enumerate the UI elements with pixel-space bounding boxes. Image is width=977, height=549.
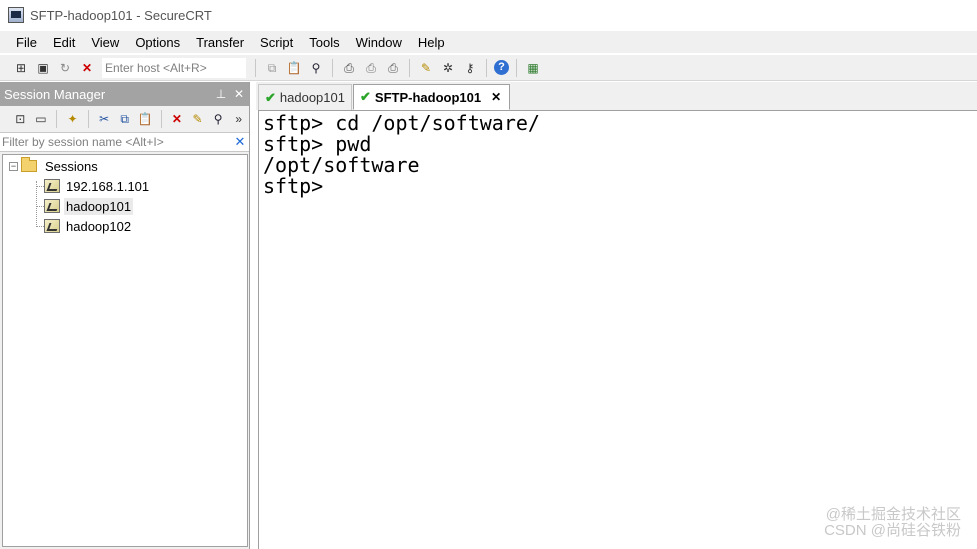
find-icon[interactable]: ⚲	[307, 59, 325, 77]
terminal-line: sftp> cd /opt/software/	[263, 111, 540, 135]
tree-guide-line	[36, 206, 44, 207]
title-bar: SFTP-hadoop101 - SecureCRT	[0, 0, 977, 30]
paste-icon[interactable]: 📋	[137, 110, 154, 128]
paste-icon[interactable]: 📋	[285, 59, 303, 77]
tree-root-label: Sessions	[45, 158, 98, 174]
session-manager-panel: Session Manager ⊥ ✕ ⊡ ▭ ✦ ✂ ⧉ 📋 ✕ ✎ ⚲ » …	[0, 82, 250, 549]
window-title: SFTP-hadoop101 - SecureCRT	[30, 7, 212, 23]
menu-view[interactable]: View	[83, 33, 127, 52]
properties-icon[interactable]: ✎	[189, 110, 206, 128]
watermark: @稀土掘金技术社区 CSDN @尚硅谷铁粉	[824, 507, 961, 539]
host-input[interactable]	[102, 57, 246, 78]
session-icon	[44, 219, 60, 233]
global-options-icon[interactable]: ✲	[439, 59, 457, 77]
filter-row: ✕	[0, 132, 249, 152]
connect-in-tab-icon[interactable]: ▭	[33, 110, 50, 128]
menu-help[interactable]: Help	[410, 33, 453, 52]
watermark-line: @稀土掘金技术社区	[825, 506, 961, 523]
tree-guide-line	[36, 226, 44, 227]
toolbar-separator	[409, 58, 410, 77]
connect-session-icon[interactable]: ⊡	[12, 110, 29, 128]
session-tabs: ✔ hadoop101 ✔ SFTP-hadoop101 ✕	[256, 82, 977, 110]
tab-hadoop101[interactable]: ✔ hadoop101	[258, 84, 352, 110]
menu-edit[interactable]: Edit	[45, 33, 83, 52]
toolbar-separator	[255, 58, 256, 77]
new-session-icon[interactable]: ✦	[64, 110, 81, 128]
menu-bar: File Edit View Options Transfer Script T…	[0, 31, 977, 53]
copy-icon[interactable]: ⧉	[116, 110, 133, 128]
terminal-prompt-line: sftp>	[263, 174, 336, 198]
tree-root-sessions[interactable]: − Sessions	[9, 157, 100, 175]
disconnect-icon[interactable]: ✕	[78, 59, 96, 77]
tab-sftp-hadoop101[interactable]: ✔ SFTP-hadoop101 ✕	[353, 84, 510, 110]
overflow-icon[interactable]: »	[230, 110, 247, 128]
cut-icon[interactable]: ✂	[96, 110, 113, 128]
session-options-icon[interactable]: ✎	[417, 59, 435, 77]
session-item[interactable]: 192.168.1.101	[44, 177, 151, 195]
main-toolbar: ⊞ ▣ ↻ ✕ ⧉ 📋 ⚲ ⎙ ⎙ ⎙ ✎ ✲ ⚷ ? ▦	[0, 55, 977, 81]
toolbar-separator	[160, 110, 162, 128]
menu-transfer[interactable]: Transfer	[188, 33, 252, 52]
terminal-line: /opt/software	[263, 153, 420, 177]
session-manager-title: Session Manager	[4, 86, 106, 102]
toolbar-separator	[332, 58, 333, 77]
session-item[interactable]: hadoop101	[44, 197, 134, 215]
menu-file[interactable]: File	[8, 33, 45, 52]
check-icon: ✔	[360, 89, 371, 104]
toolbar-separator	[56, 110, 58, 128]
help-icon[interactable]: ?	[494, 60, 509, 75]
session-manager-toolbar: ⊡ ▭ ✦ ✂ ⧉ 📋 ✕ ✎ ⚲ »	[0, 106, 249, 132]
collapse-icon[interactable]: −	[9, 161, 18, 171]
session-label: 192.168.1.101	[66, 178, 150, 194]
watermark-line: CSDN @尚硅谷铁粉	[824, 522, 961, 539]
session-tree: − Sessions 192.168.1.101 hadoop101 hadoo…	[2, 154, 248, 547]
session-icon	[44, 199, 60, 213]
securecrt-app-icon	[8, 7, 24, 23]
session-manager-header: Session Manager ⊥ ✕	[0, 82, 249, 106]
find-icon[interactable]: ⚲	[210, 110, 227, 128]
session-filter-input[interactable]	[0, 133, 231, 151]
session-icon	[44, 179, 60, 193]
folder-icon	[21, 157, 37, 172]
session-label-selected: hadoop101	[64, 197, 134, 215]
delete-icon[interactable]: ✕	[169, 110, 186, 128]
connect-icon[interactable]: ⊞	[12, 59, 30, 77]
tree-guide-line	[36, 181, 37, 227]
keymap-icon[interactable]: ⚷	[461, 59, 479, 77]
clear-filter-icon[interactable]: ✕	[231, 134, 249, 150]
tab-label: hadoop101	[279, 90, 345, 105]
menu-tools[interactable]: Tools	[301, 33, 347, 52]
quick-connect-icon[interactable]: ▣	[34, 59, 52, 77]
session-item[interactable]: hadoop102	[44, 217, 133, 235]
reconnect-icon[interactable]: ↻	[56, 59, 74, 77]
close-tab-icon[interactable]: ✕	[491, 90, 501, 104]
terminal-line: sftp> pwd	[263, 132, 372, 156]
menu-script[interactable]: Script	[252, 33, 301, 52]
session-label: hadoop102	[66, 218, 132, 234]
print-icon[interactable]: ⎙	[384, 59, 402, 77]
toolbar-separator	[486, 58, 487, 77]
terminal-area[interactable]: sftp> cd /opt/software/ sftp> pwd /opt/s…	[258, 110, 977, 549]
close-icon[interactable]: ✕	[231, 87, 247, 101]
menu-window[interactable]: Window	[348, 33, 410, 52]
toolbar-separator	[516, 58, 517, 77]
tree-guide-line	[36, 186, 44, 187]
tab-label: SFTP-hadoop101	[374, 89, 482, 105]
print-preview-icon[interactable]: ⎙	[362, 59, 380, 77]
print-setup-icon[interactable]: ⎙	[340, 59, 358, 77]
toolbar-separator	[87, 110, 89, 128]
sftp-icon[interactable]: ▦	[524, 59, 542, 77]
copy-icon[interactable]: ⧉	[263, 59, 281, 77]
check-icon: ✔	[265, 89, 276, 105]
menu-options[interactable]: Options	[127, 33, 188, 52]
pin-icon[interactable]: ⊥	[213, 87, 229, 101]
